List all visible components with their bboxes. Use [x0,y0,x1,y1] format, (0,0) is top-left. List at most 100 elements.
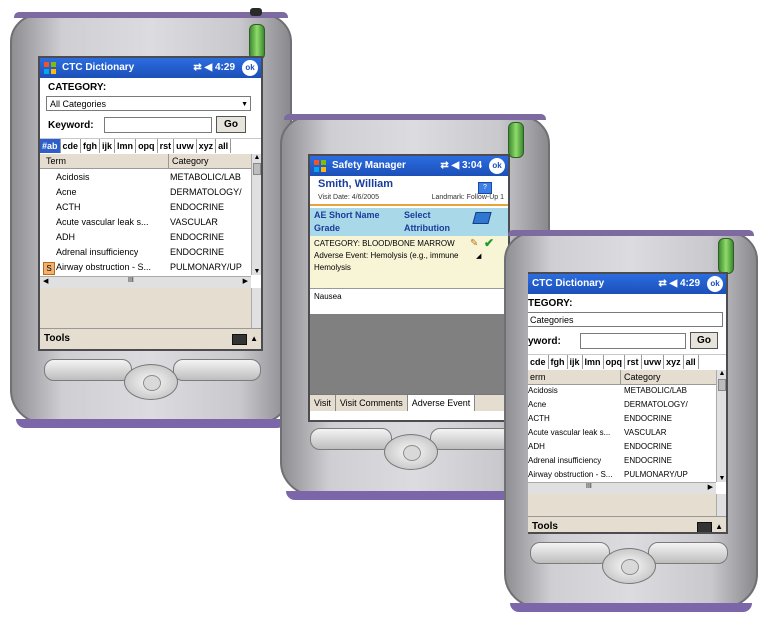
list-item[interactable]: S Airway obstruction - S... PULMONARY/UP [40,260,251,275]
scroll-down-icon[interactable]: ▼ [252,268,261,275]
scroll-grip[interactable]: III [128,277,134,284]
horizontal-scrollbar[interactable]: III ▶ [528,482,716,494]
alpha-tab[interactable]: ijk [568,355,583,369]
status-clock[interactable]: ⇄ ◀ 4:29 [193,62,235,73]
help-icon[interactable]: ? [478,182,492,194]
tools-menu[interactable]: Tools [44,329,70,349]
column-header-term[interactable]: erm [530,370,546,384]
hardware-button-right[interactable] [648,542,728,564]
column-header-category[interactable]: Category [168,154,209,168]
book-icon[interactable] [472,212,492,224]
list-item[interactable]: Acute vascular leak s... VASCULAR [528,426,716,440]
ok-button[interactable]: ok [242,60,258,76]
alpha-tab[interactable]: uvw [642,355,665,369]
stylus[interactable] [508,122,524,158]
edit-pencil-icon[interactable]: ✎ [470,238,478,249]
hardware-button-left[interactable] [530,542,610,564]
go-button[interactable]: Go [216,116,246,133]
go-button[interactable]: Go [690,332,718,349]
column-header-category[interactable]: Category [620,370,661,384]
tab-visit-comments[interactable]: Visit Comments [336,395,408,411]
tools-menu[interactable]: Tools [532,517,558,532]
list-item[interactable]: Adrenal insufficiency ENDOCRINE [40,245,251,260]
alpha-tab[interactable]: all [684,355,699,369]
scroll-left-icon[interactable]: ◀ [43,277,48,285]
alpha-tab[interactable]: opq [136,139,158,153]
keyboard-icon[interactable] [697,522,712,532]
secondary-scrollbar[interactable] [251,288,261,328]
hardware-button-right[interactable] [173,359,261,381]
list-item[interactable]: Airway obstruction - S... PULMONARY/UP [528,468,716,482]
keyword-input[interactable] [104,117,212,133]
scroll-right-icon[interactable]: ▶ [243,277,248,285]
ok-button[interactable]: ok [489,158,505,174]
alpha-tab[interactable]: cde [61,139,82,153]
ae-entry[interactable]: CATEGORY: BLOOD/BONE MARROW Adverse Even… [310,236,508,288]
nausea-row[interactable]: Nausea [310,288,508,315]
horizontal-scrollbar[interactable]: ◀ III ▶ [40,276,251,288]
windows-start-icon[interactable] [313,159,327,173]
hardware-button-left[interactable] [310,428,392,450]
alpha-tab[interactable]: xyz [664,355,684,369]
stylus[interactable] [249,24,265,60]
list-item[interactable]: ADH ENDOCRINE [40,230,251,245]
alpha-tab[interactable]: cde [528,355,549,369]
list-item[interactable]: ADH ENDOCRINE [528,440,716,454]
alpha-tab[interactable]: all [216,139,232,153]
vertical-scrollbar[interactable]: ▲ ▼ [716,370,726,482]
sip-arrow-icon[interactable]: ▲ [715,517,723,532]
list-item[interactable]: Acne DERMATOLOGY/ [40,185,251,200]
column-header-term[interactable]: Term [46,154,66,168]
alpha-tab[interactable]: uvw [174,139,197,153]
vertical-scrollbar[interactable]: ▲ ▼ [251,154,261,275]
list-item[interactable]: Adrenal insufficiency ENDOCRINE [528,454,716,468]
alpha-tab[interactable]: fgh [549,355,568,369]
navigation-pad[interactable] [384,434,438,470]
keyboard-icon[interactable] [232,334,247,345]
col-select[interactable]: Select [404,210,431,220]
action-button[interactable] [621,559,639,575]
list-item[interactable]: ACTH ENDOCRINE [528,412,716,426]
col-grade[interactable]: Grade [314,223,340,233]
scroll-thumb[interactable] [718,379,726,391]
list-item[interactable]: ACTH ENDOCRINE [40,200,251,215]
alpha-tab[interactable]: xyz [197,139,217,153]
navigation-pad[interactable] [602,548,656,584]
expand-triangle-icon[interactable]: ◢ [476,252,481,260]
alpha-tab[interactable]: lmn [115,139,137,153]
checkmark-icon[interactable]: ✔ [484,236,494,250]
sip-arrow-icon[interactable]: ▲ [250,329,258,349]
category-select[interactable]: Categories [528,312,723,327]
col-ae-short-name[interactable]: AE Short Name [314,210,380,220]
alpha-tab[interactable]: lmn [583,355,604,369]
scroll-down-icon[interactable]: ▼ [717,475,726,482]
stylus[interactable] [718,238,734,274]
scroll-grip[interactable]: III [586,483,592,490]
secondary-scrollbar[interactable] [716,494,726,516]
scroll-right-icon[interactable]: ▶ [708,483,713,491]
category-select[interactable]: All Categories ▼ [46,96,251,111]
list-item[interactable]: Acute vascular leak s... VASCULAR [40,215,251,230]
tab-adverse-event[interactable]: Adverse Event [407,395,476,411]
keyword-input[interactable] [580,333,686,349]
scroll-thumb[interactable] [253,163,261,175]
action-button[interactable] [403,445,421,461]
action-button[interactable] [143,375,161,391]
list-item[interactable]: Acidosis METABOLIC/LAB [40,170,251,185]
status-clock[interactable]: ⇄ ◀ 4:29 [658,278,700,289]
hardware-button-right[interactable] [430,428,512,450]
col-attribution[interactable]: Attribution [404,223,450,233]
alpha-tab[interactable]: rst [158,139,175,153]
alpha-tab[interactable]: fgh [81,139,101,153]
alpha-tab[interactable]: ijk [100,139,116,153]
list-item[interactable]: Acidosis METABOLIC/LAB [528,384,716,398]
navigation-pad[interactable] [124,364,178,400]
scroll-up-icon[interactable]: ▲ [717,370,726,377]
status-clock[interactable]: ⇄ ◀ 3:04 [440,160,482,171]
alpha-tab[interactable]: #ab [40,139,61,153]
alpha-tab[interactable]: opq [604,355,626,369]
scroll-up-icon[interactable]: ▲ [252,154,261,161]
hardware-button-left[interactable] [44,359,132,381]
ok-button[interactable]: ok [707,276,723,292]
windows-start-icon[interactable] [43,61,57,75]
